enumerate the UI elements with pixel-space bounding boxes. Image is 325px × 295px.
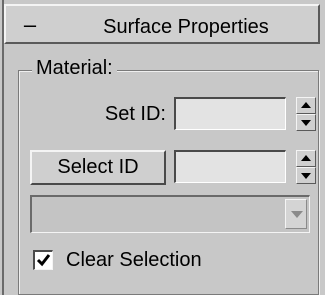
panel-frame-line [2,0,4,295]
arrow-down-icon [301,120,311,126]
select-id-button[interactable]: Select ID [30,150,166,185]
clear-selection-label[interactable]: Clear Selection [66,247,202,273]
select-id-field[interactable] [174,150,286,183]
spinner-up-button[interactable] [296,97,316,114]
spinner-up-button[interactable] [296,150,316,167]
arrow-down-icon [301,173,311,179]
set-id-spinner[interactable] [296,97,316,131]
chevron-down-icon [291,211,303,218]
checkmark-icon [36,254,51,267]
arrow-up-icon [301,155,311,161]
spinner-down-button[interactable] [296,114,316,131]
select-id-spinner[interactable] [296,150,316,184]
rollout-title: Surface Properties [103,16,269,38]
rollout-collapse-toggle[interactable]: – [18,14,42,37]
set-id-label: Set ID: [104,103,166,125]
arrow-up-icon [301,102,311,108]
set-id-field[interactable] [174,97,286,130]
clear-selection-checkbox[interactable] [33,250,53,270]
material-name-dropdown[interactable] [30,195,310,233]
dropdown-selected-value [38,201,278,227]
spinner-down-button[interactable] [296,167,316,184]
rollout-header[interactable]: – Surface Properties [4,4,320,44]
dropdown-button[interactable] [285,199,307,229]
material-group-label: Material: [32,56,117,80]
